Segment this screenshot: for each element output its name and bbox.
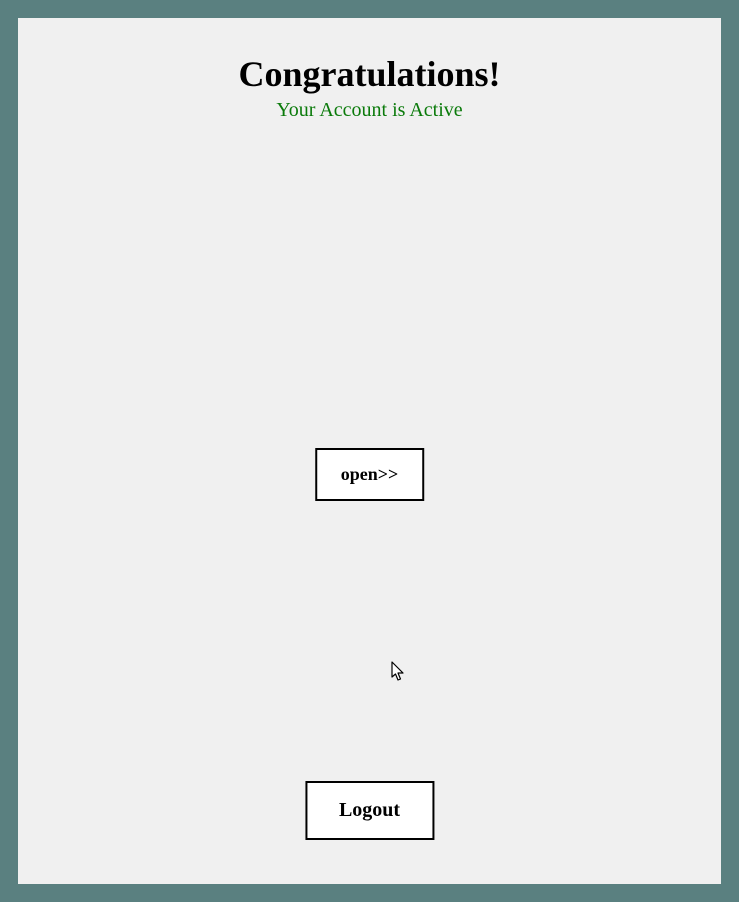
status-text: Your Account is Active: [276, 99, 462, 122]
logout-button[interactable]: Logout: [305, 781, 434, 840]
open-button[interactable]: open>>: [315, 448, 425, 501]
main-panel: Congratulations! Your Account is Active: [18, 18, 721, 884]
page-title: Congratulations!: [238, 53, 500, 95]
mail-area: open>>: [90, 188, 650, 688]
